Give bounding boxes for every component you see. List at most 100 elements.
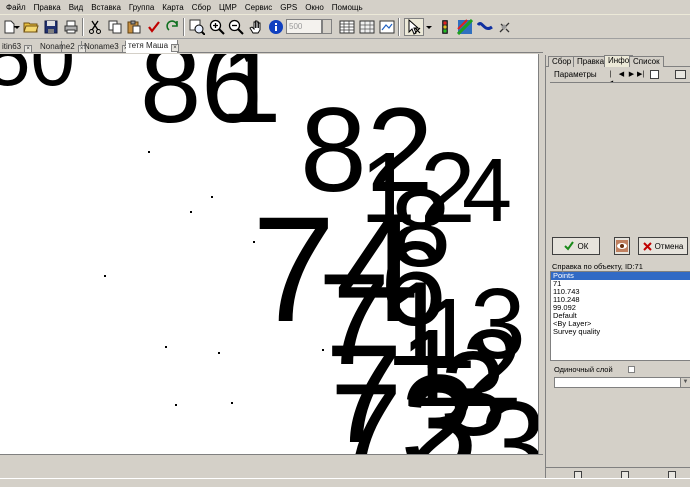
select-dropdown-icon[interactable] <box>425 18 433 36</box>
last-record-button[interactable]: ▶| <box>637 70 644 79</box>
doc-tab-label: Noname2 <box>40 42 75 51</box>
point-label: 3 <box>400 345 478 455</box>
paste-icon[interactable] <box>125 18 143 36</box>
info-list[interactable]: Points 71 110.743 110.248 99.092 Default… <box>550 271 690 361</box>
menu-dtm[interactable]: ЦМР <box>215 0 241 15</box>
point-label: 3 <box>480 377 538 454</box>
save-icon[interactable] <box>42 18 60 36</box>
grid-view-icon[interactable] <box>650 70 659 79</box>
eye-button[interactable] <box>614 237 630 255</box>
table-icon[interactable] <box>338 18 356 36</box>
status-bar <box>0 478 690 487</box>
menu-edit[interactable]: Правка <box>30 0 65 15</box>
layer-select[interactable]: ▼ <box>554 377 690 388</box>
layers-icon[interactable] <box>456 18 474 36</box>
menu-help[interactable]: Помощь <box>328 0 367 15</box>
map-point[interactable] <box>218 352 220 354</box>
traffic-light-icon[interactable] <box>436 18 454 36</box>
menu-service[interactable]: Сервис <box>241 0 276 15</box>
info-title: Справка по объекту, ID:71 <box>550 262 690 271</box>
menu-collect[interactable]: Сбор <box>188 0 215 15</box>
map-point[interactable] <box>175 404 177 406</box>
map-point[interactable] <box>231 402 233 404</box>
cancel-label: Отмена <box>654 241 684 251</box>
print-icon[interactable] <box>62 18 80 36</box>
toolbar-separator <box>82 18 84 36</box>
map-point[interactable] <box>148 151 150 153</box>
select-tool-icon[interactable] <box>404 18 424 36</box>
map-point[interactable] <box>253 241 255 243</box>
point-label: 3 <box>0 304 3 374</box>
menu-view[interactable]: Вид <box>65 0 87 15</box>
menu-map[interactable]: Карта <box>158 0 187 15</box>
pan-hand-icon[interactable] <box>247 18 265 36</box>
eye-icon <box>616 240 628 252</box>
menu-window[interactable]: Окно <box>301 0 328 15</box>
doc-tab-label: Noname3 <box>84 42 119 51</box>
info-icon[interactable] <box>267 18 285 36</box>
map-icon[interactable] <box>378 18 396 36</box>
list-item[interactable]: Points <box>551 272 690 280</box>
curve-icon[interactable] <box>476 18 494 36</box>
doc-tab-active[interactable]: тетя Маша × <box>126 40 180 53</box>
panel-option-icon[interactable] <box>675 70 686 79</box>
menu-insert[interactable]: Вставка <box>87 0 125 15</box>
map-point[interactable] <box>322 349 324 351</box>
map-point[interactable] <box>165 346 167 348</box>
close-icon[interactable]: × <box>171 44 180 52</box>
first-record-button[interactable]: |◀ <box>607 70 614 87</box>
copy-icon[interactable] <box>106 18 124 36</box>
ok-label: ОК <box>577 241 589 251</box>
cancel-button[interactable]: Отмена <box>638 237 688 255</box>
redo-icon[interactable] <box>164 18 182 36</box>
tab-collect[interactable]: Сбор <box>548 56 576 67</box>
app-window: Файл Правка Вид Вставка Группа Карта Сбо… <box>0 0 690 487</box>
single-layer-checkbox[interactable] <box>628 366 635 373</box>
point-label: 50 <box>0 54 75 102</box>
ok-button[interactable]: ОК <box>552 237 600 255</box>
ok-check-icon <box>563 241 574 251</box>
cancel-x-icon <box>642 241 652 251</box>
map-point[interactable] <box>211 196 213 198</box>
menu-gps[interactable]: GPS <box>276 0 301 15</box>
satellite-icon[interactable] <box>496 18 514 36</box>
point-label: 4 <box>462 141 513 241</box>
menu-group[interactable]: Группа <box>125 0 158 15</box>
check-icon[interactable] <box>145 18 163 36</box>
params-toolbar: Параметры |◀ ◀ ▶ ▶| <box>550 69 690 87</box>
menu-file[interactable]: Файл <box>0 0 30 15</box>
close-icon[interactable]: × <box>24 45 33 53</box>
doc-tab-label: itin63 <box>2 42 22 51</box>
new-dropdown-icon[interactable] <box>13 18 21 36</box>
map-canvas[interactable]: 50 86 1 82 1 2 4 74 8 6 3 7 1 1 3 7 12 3… <box>0 54 538 454</box>
map-vertical-scrollbar[interactable] <box>538 54 543 454</box>
main-toolbar: 500 <box>0 15 690 39</box>
document-tab-bar: itin63× Noname2× Noname3× тетя Маша× <box>0 40 543 53</box>
zoom-out-icon[interactable] <box>227 18 245 36</box>
doc-tab[interactable]: Noname3× <box>82 41 130 53</box>
scale-input[interactable]: 500 <box>286 19 322 34</box>
toolbar-separator <box>398 18 400 36</box>
list-item[interactable]: Survey quality <box>551 328 690 336</box>
map-point[interactable] <box>104 275 106 277</box>
prev-record-button[interactable]: ◀ <box>618 70 625 79</box>
menu-bar: Файл Правка Вид Вставка Группа Карта Сбо… <box>0 0 690 15</box>
point-label: 1 <box>220 54 282 146</box>
doc-tab-label: тетя Маша <box>128 41 169 50</box>
zoom-in-icon[interactable] <box>208 18 226 36</box>
open-icon[interactable] <box>22 18 40 36</box>
toolbar-separator <box>183 18 185 36</box>
next-record-button[interactable]: ▶ <box>628 70 635 79</box>
tab-list[interactable]: Список <box>629 56 664 67</box>
single-layer-label: Одиночный слой <box>554 365 613 374</box>
doc-tab[interactable]: Noname2 × <box>38 41 86 53</box>
zoom-extent-icon[interactable] <box>188 18 206 36</box>
chevron-down-icon[interactable]: ▼ <box>680 378 690 387</box>
scale-dropdown-button[interactable] <box>322 19 332 34</box>
cut-icon[interactable] <box>86 18 104 36</box>
tab-edit[interactable]: Правка <box>573 56 609 67</box>
panel-tab-bar: Сбор Правка Инфо Список <box>546 55 690 67</box>
map-point[interactable] <box>190 211 192 213</box>
table-grid-icon[interactable] <box>358 18 376 36</box>
params-label: Параметры <box>554 70 597 79</box>
